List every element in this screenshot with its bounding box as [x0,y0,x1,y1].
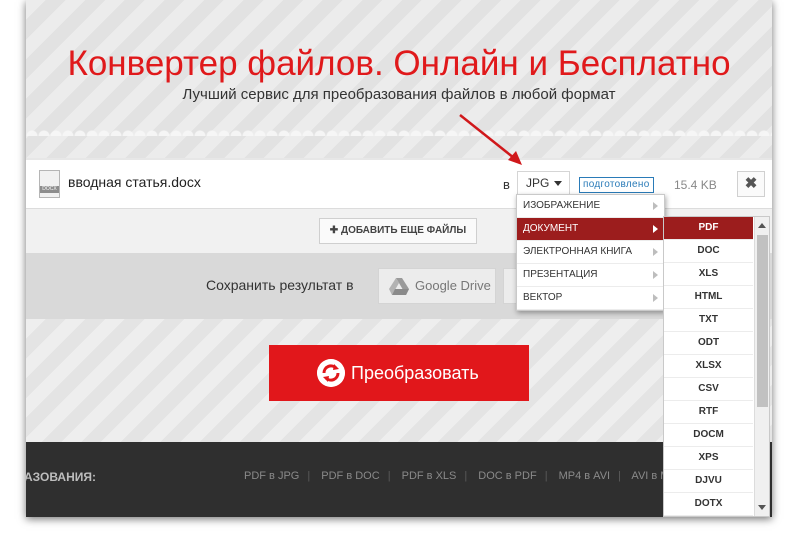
google-drive-icon [389,278,409,295]
format-option-html[interactable]: HTML [664,286,753,309]
format-option-doc[interactable]: DOC [664,240,753,263]
format-options: PDF DOC XLS HTML TXT ODT XLSX CSV RTF DOCM XPS DJVU… [664,217,753,517]
docx-file-icon: DOCX [39,170,60,198]
file-icon-label: DOCX [40,186,59,193]
format-option-odt[interactable]: ODT [664,332,753,355]
link-divider: | [464,470,468,482]
convert-label: Преобразовать [351,363,479,383]
selected-format: JPG [526,176,550,190]
format-option-csv[interactable]: CSV [664,378,753,401]
link-divider: | [618,470,621,482]
format-option-rtf[interactable]: RTF [664,401,753,424]
chevron-right-icon [653,294,658,302]
scroll-down-icon[interactable] [758,505,766,510]
hero-banner: Конвертер файлов. Онлайн и Бесплатно Луч… [26,0,772,158]
chevron-right-icon [653,225,658,233]
format-option-xls[interactable]: XLS [664,263,753,286]
menu-item-image[interactable]: ИЗОБРАЖЕНИЕ [517,195,664,218]
page-subtitle: Лучший сервис для преобразования файлов … [182,86,616,103]
file-size: 15.4 KB [674,178,717,192]
chevron-right-icon [653,202,658,210]
footer-heading: АЗОВАНИЯ: [26,470,97,484]
refresh-icon [317,359,345,387]
link-divider: | [387,470,391,482]
format-option-docm[interactable]: DOCM [664,424,753,447]
format-option-pdf[interactable]: PDF [664,217,753,240]
google-drive-button[interactable]: Google Drive [378,268,496,304]
scrollbar-thumb[interactable] [757,235,768,407]
scrollbar[interactable] [754,217,769,516]
close-icon: ✖ [744,175,758,192]
chevron-right-icon [653,271,658,279]
format-option-dotx[interactable]: DOTX [664,493,753,516]
link-divider: | [544,470,548,482]
status-badge: подготовлено [579,177,654,193]
format-option-xps[interactable]: XPS [664,447,753,470]
menu-item-ebook[interactable]: ЭЛЕКТРОННАЯ КНИГА [517,241,664,264]
convert-button[interactable]: Преобразовать [269,345,529,401]
google-drive-label: Google Drive [415,278,491,293]
chevron-right-icon [653,248,658,256]
menu-item-label: ЭЛЕКТРОННАЯ КНИГА [523,246,633,257]
page-title: Конвертер файлов. Онлайн и Бесплатно [67,44,731,83]
footer-link[interactable]: PDF в XLS [402,470,457,482]
target-format-label: в [503,177,510,192]
menu-item-label: ПРЕЗЕНТАЦИЯ [523,269,598,280]
menu-item-document[interactable]: ДОКУМЕНТ [517,218,664,241]
footer-links: PDF в JPG | PDF в DOC | PDF в XLS | DOC в P… [244,470,669,482]
add-more-files-button[interactable]: ✚ ДОБАВИТЬ ЕЩЕ ФАЙЛЫ [319,218,477,244]
menu-item-label: ИЗОБРАЖЕНИЕ [523,200,601,211]
document-format-list: PDF DOC XLS HTML TXT ODT XLSX CSV RTF DOCM XPS DJVU… [663,216,770,517]
convert-area: Преобразовать [26,319,772,442]
format-option-dot[interactable]: DOT [664,516,753,517]
menu-item-label: ВЕКТОР [523,292,563,303]
menu-item-presentation[interactable]: ПРЕЗЕНТАЦИЯ [517,264,664,287]
footer: АЗОВАНИЯ: PDF в JPG | PDF в DOC | PDF в XL… [26,442,772,517]
remove-file-button[interactable]: ✖ [737,171,765,197]
link-divider: | [307,470,311,482]
footer-link[interactable]: DOC в PDF [478,470,536,482]
save-result-label: Сохранить результат в [206,277,354,293]
footer-link[interactable]: PDF в JPG [244,470,299,482]
scroll-up-icon[interactable] [758,223,766,228]
menu-item-vector[interactable]: ВЕКТОР [517,287,664,310]
format-option-xlsx[interactable]: XLSX [664,355,753,378]
footer-link[interactable]: MP4 в AVI [559,470,611,482]
caret-down-icon [554,181,562,186]
file-name: вводная статья.docx [68,174,201,190]
footer-link[interactable]: PDF в DOC [321,470,379,482]
menu-item-label: ДОКУМЕНТ [523,223,579,234]
format-category-menu: ИЗОБРАЖЕНИЕ ДОКУМЕНТ ЭЛЕКТРОННАЯ КНИГА П… [516,194,665,311]
target-format-select[interactable]: JPG [517,171,570,195]
decorative-scallop [26,122,772,136]
format-option-txt[interactable]: TXT [664,309,753,332]
annotation-arrow-icon [459,114,522,165]
format-option-djvu[interactable]: DJVU [664,470,753,493]
